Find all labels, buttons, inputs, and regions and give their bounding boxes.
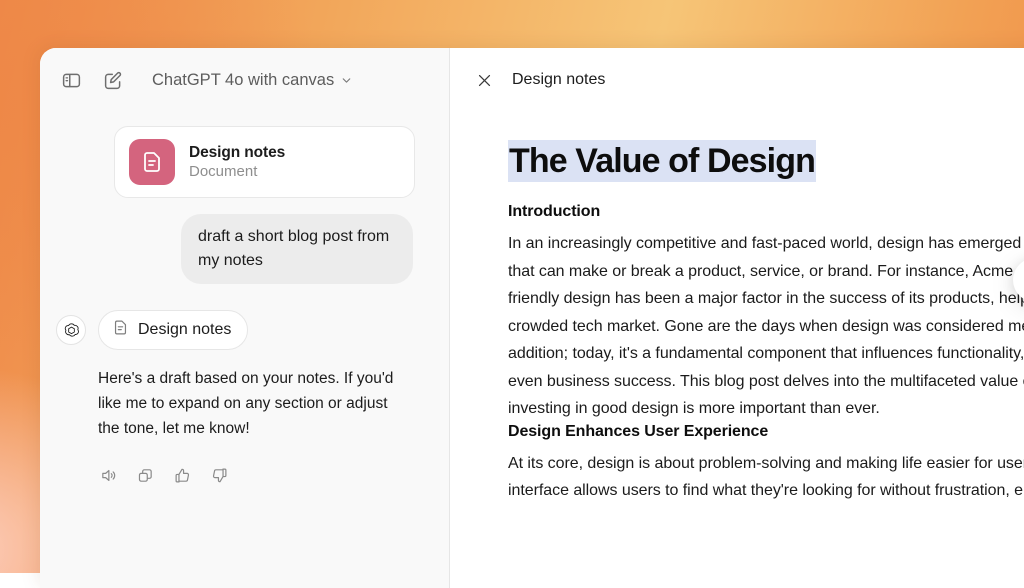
section-line: crowded tech market. Gone are the days w… xyxy=(508,313,1024,341)
chevron-down-icon xyxy=(340,74,353,87)
thumbs-down-icon[interactable] xyxy=(205,461,233,489)
chat-message-list: Design notes Document draft a short blog… xyxy=(40,126,449,489)
chatgpt-window: ChatGPT 4o with canvas Design notes D xyxy=(40,48,1024,588)
section-line: At its core, design is about problem-sol… xyxy=(508,450,1024,478)
chat-sidebar-pane: ChatGPT 4o with canvas Design notes D xyxy=(40,48,450,588)
model-selector[interactable]: ChatGPT 4o with canvas xyxy=(144,66,361,95)
canvas-document[interactable]: The Value of Design Introduction In an i… xyxy=(450,112,1024,505)
openai-logo-icon xyxy=(56,315,86,345)
attachment-meta: Design notes Document xyxy=(189,144,285,180)
section-line: addition; today, it's a fundamental comp… xyxy=(508,340,1024,368)
section-line: In an increasingly competitive and fast-… xyxy=(508,230,1024,258)
section-line: even business success. This blog post de… xyxy=(508,368,1024,396)
document-icon xyxy=(129,139,175,185)
message-actions xyxy=(94,461,415,489)
model-label: ChatGPT 4o with canvas xyxy=(152,71,334,90)
section-line: that can make or break a product, servic… xyxy=(508,258,1024,286)
section-heading: Design Enhances User Experience xyxy=(508,423,1024,441)
canvas-chip-label: Design notes xyxy=(138,321,231,339)
document-section: Design Enhances User Experience At its c… xyxy=(508,423,1024,505)
section-line: investing in good design is more importa… xyxy=(508,395,1024,423)
copy-icon[interactable] xyxy=(131,461,159,489)
section-heading: Introduction xyxy=(508,203,1024,221)
assistant-message-text: Here's a draft based on your notes. If y… xyxy=(98,366,408,441)
compose-pencil-icon[interactable] xyxy=(96,63,130,97)
document-heading-wrap: The Value of Design xyxy=(508,142,1024,181)
canvas-header: Design notes xyxy=(450,48,1024,112)
speaker-icon[interactable] xyxy=(94,461,122,489)
document-section: Introduction In an increasingly competit… xyxy=(508,203,1024,423)
user-message-row: draft a short blog post from my notes xyxy=(72,214,415,284)
chat-toolbar: ChatGPT 4o with canvas xyxy=(40,48,449,112)
thumbs-up-icon[interactable] xyxy=(168,461,196,489)
assistant-content: Design notes Here's a draft based on you… xyxy=(98,310,415,489)
section-line: friendly design has been a major factor … xyxy=(508,285,1024,313)
canvas-chip[interactable]: Design notes xyxy=(98,310,248,350)
attachment-title: Design notes xyxy=(189,144,285,162)
attachment-card[interactable]: Design notes Document xyxy=(114,126,415,198)
document-icon xyxy=(112,319,129,341)
canvas-pane: Design notes The Value of Design Introdu… xyxy=(450,48,1024,588)
document-heading: The Value of Design xyxy=(508,140,816,182)
user-message-bubble: draft a short blog post from my notes xyxy=(181,214,413,284)
attachment-subtitle: Document xyxy=(189,163,285,180)
assistant-message-row: Design notes Here's a draft based on you… xyxy=(72,310,415,489)
section-line: interface allows users to find what they… xyxy=(508,477,1024,505)
close-x-icon[interactable] xyxy=(468,64,500,96)
sidebar-panel-icon[interactable] xyxy=(54,63,88,97)
canvas-title: Design notes xyxy=(512,71,605,89)
